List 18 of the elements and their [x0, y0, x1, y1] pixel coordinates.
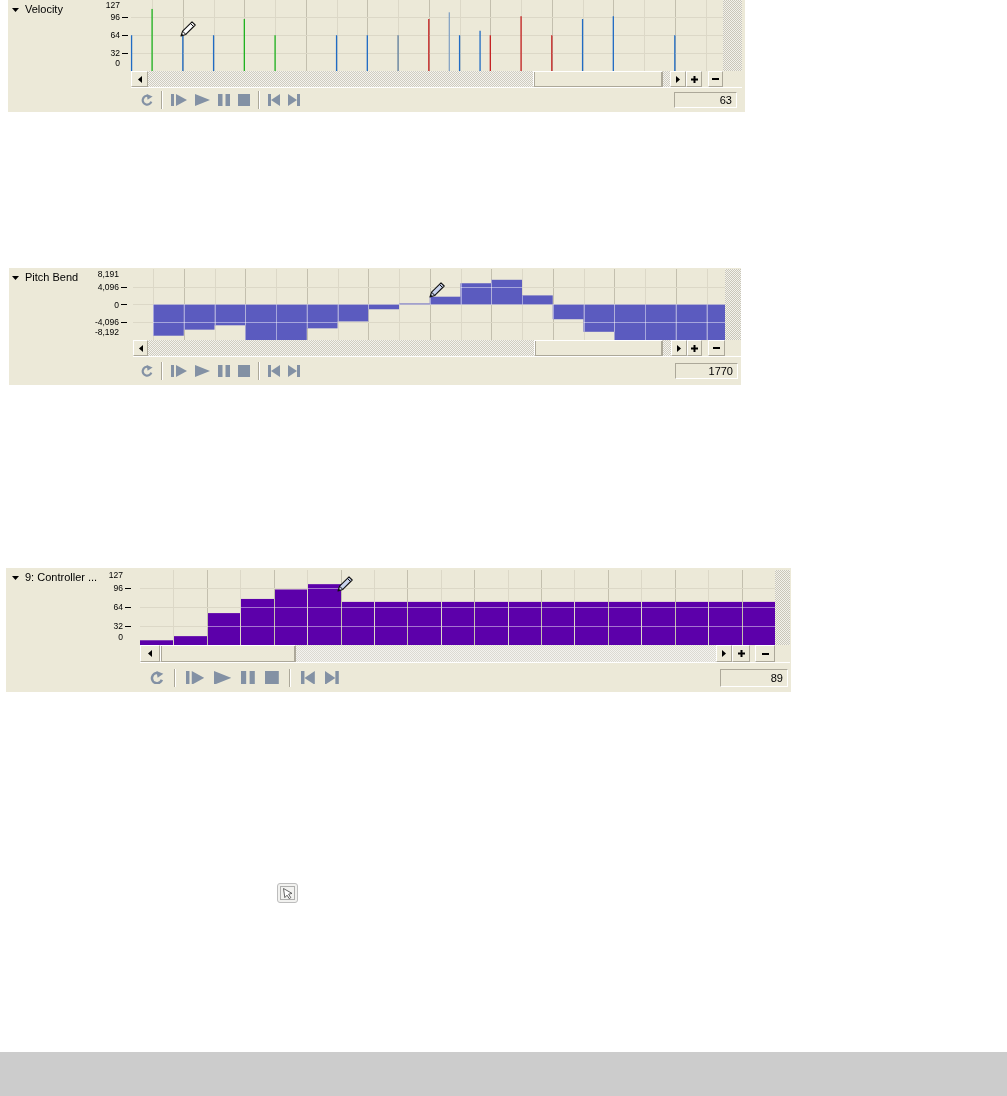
- axis-label: 0: [114, 299, 119, 310]
- lane-title: Pitch Bend: [25, 271, 79, 284]
- axis-label: 127: [108, 570, 123, 580]
- axis-label: 4,096: [97, 281, 119, 292]
- axis-label: -8,192: [94, 327, 119, 337]
- lane-title: 9: Controller ...: [25, 571, 98, 584]
- axis-label: 96: [113, 583, 123, 594]
- axis-label: 127: [105, 0, 120, 10]
- axis-label: -4,096: [94, 317, 119, 328]
- lane-title: Velocity: [25, 3, 63, 16]
- axis-label: 64: [113, 602, 123, 613]
- axis-label: 64: [110, 30, 120, 41]
- axis-label: 32: [113, 621, 123, 632]
- axis-label: 96: [110, 12, 120, 23]
- axis-label: 0: [118, 632, 123, 642]
- axis-label: 0: [115, 58, 120, 68]
- axis-label: 8,191: [97, 269, 119, 279]
- axis-label: 32: [110, 48, 120, 59]
